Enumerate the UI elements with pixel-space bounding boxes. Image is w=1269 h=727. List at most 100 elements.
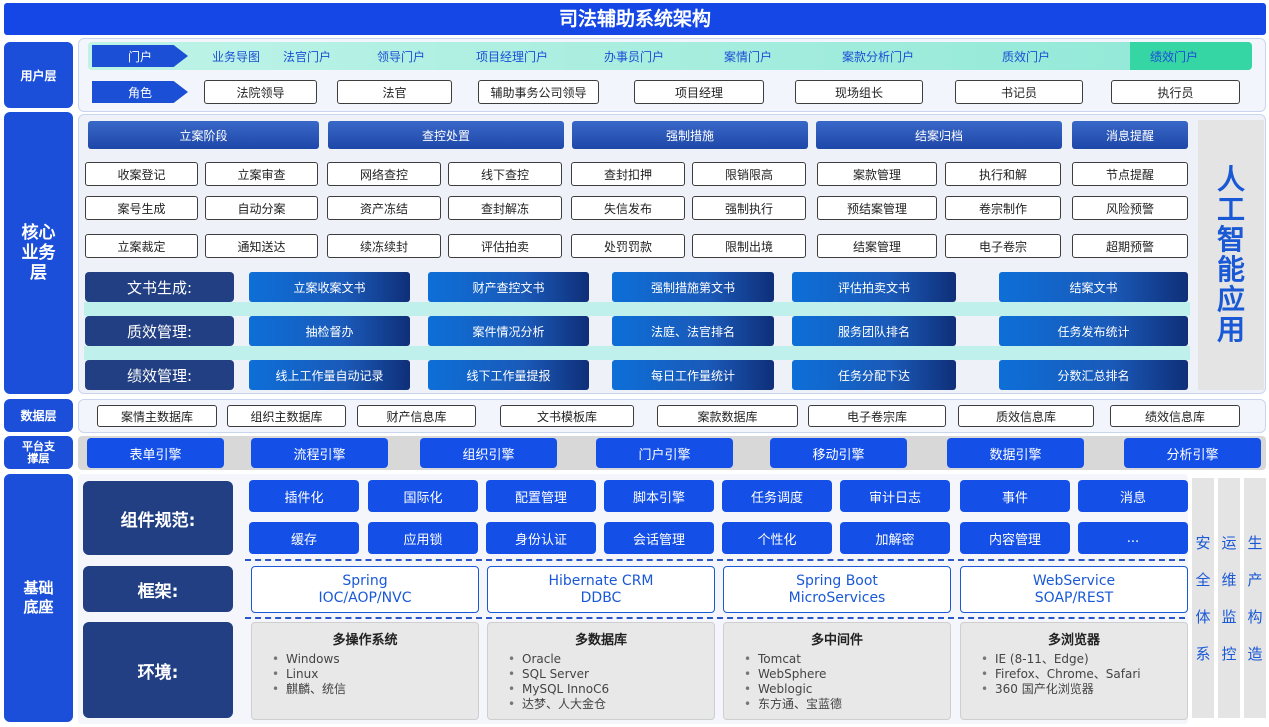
doc-gen-item[interactable]: 强制措施第文书 [612,272,774,302]
component-item[interactable]: 审计日志 [840,480,950,512]
business-item[interactable]: 强制执行 [692,196,806,220]
business-item[interactable]: 案号生成 [85,196,198,220]
quality-item[interactable]: 抽检督办 [249,316,410,346]
business-item[interactable]: 超期预警 [1072,234,1188,258]
business-item[interactable]: 节点提醒 [1072,162,1188,186]
data-store-item[interactable]: 电子卷宗库 [808,405,946,427]
engine-item[interactable]: 数据引擎 [947,438,1084,468]
component-item[interactable]: 事件 [960,480,1070,512]
portal-link[interactable]: 业务导图 [212,48,260,65]
data-store-item[interactable]: 绩效信息库 [1110,405,1240,427]
component-item[interactable]: 消息 [1078,480,1188,512]
data-store-item[interactable]: 组织主数据库 [227,405,346,427]
business-item[interactable]: 查封解冻 [448,196,562,220]
business-item[interactable]: 收案登记 [85,162,198,186]
component-item[interactable]: 配置管理 [486,480,596,512]
component-item[interactable]: 会话管理 [604,522,714,554]
portal-link[interactable]: 项目经理门户 [476,48,548,65]
performance-item[interactable]: 线上工作量自动记录 [249,360,410,390]
doc-gen-item[interactable]: 财产查控文书 [428,272,589,302]
data-store-item[interactable]: 财产信息库 [357,405,476,427]
business-item[interactable]: 限制出境 [692,234,806,258]
business-item[interactable]: 立案裁定 [85,234,198,258]
component-item[interactable]: 插件化 [249,480,359,512]
role-item[interactable]: 书记员 [955,80,1083,104]
component-item[interactable]: ... [1078,522,1188,554]
business-item[interactable]: 通知送达 [205,234,318,258]
component-item[interactable]: 个性化 [722,522,832,554]
data-store-item[interactable]: 案款数据库 [657,405,798,427]
stage-item[interactable]: 查控处置 [328,121,564,149]
business-item[interactable]: 资产冻结 [327,196,441,220]
engine-item[interactable]: 组织引擎 [420,438,557,468]
business-item[interactable]: 风险预警 [1072,196,1188,220]
portal-link[interactable]: 领导门户 [377,48,425,65]
role-item[interactable]: 法官 [337,80,452,104]
component-item[interactable]: 加解密 [840,522,950,554]
business-item[interactable]: 案款管理 [817,162,937,186]
environment-title: 多中间件 [810,633,863,648]
business-item[interactable]: 预结案管理 [817,196,937,220]
performance-item[interactable]: 每日工作量统计 [612,360,774,390]
doc-gen-item[interactable]: 立案收案文书 [249,272,410,302]
role-item[interactable]: 现场组长 [795,80,923,104]
component-item[interactable]: 国际化 [368,480,478,512]
component-item[interactable]: 任务调度 [722,480,832,512]
business-item[interactable]: 续冻续封 [327,234,441,258]
quality-item[interactable]: 法庭、法官排名 [612,316,774,346]
quality-item[interactable]: 任务发布统计 [999,316,1188,346]
component-item[interactable]: 身份认证 [486,522,596,554]
stage-item[interactable]: 立案阶段 [88,121,319,149]
portal-link[interactable]: 绩效门户 [1150,48,1198,65]
business-item[interactable]: 结案管理 [817,234,937,258]
framework-box: Spring Boot MicroServices [723,566,951,613]
role-item[interactable]: 辅助事务公司领导 [478,80,599,104]
stage-item[interactable]: 强制措施 [572,121,808,149]
component-item[interactable]: 脚本引擎 [604,480,714,512]
business-item[interactable]: 处罚罚款 [571,234,685,258]
stage-item[interactable]: 消息提醒 [1072,121,1188,149]
role-item[interactable]: 项目经理 [634,80,764,104]
portal-link[interactable]: 法官门户 [283,48,331,65]
business-item[interactable]: 查封扣押 [571,162,685,186]
engine-item[interactable]: 流程引擎 [251,438,388,468]
business-item[interactable]: 评估拍卖 [448,234,562,258]
business-item[interactable]: 失信发布 [571,196,685,220]
quality-item[interactable]: 服务团队排名 [792,316,956,346]
data-store-item[interactable]: 文书模板库 [500,405,634,427]
performance-item[interactable]: 任务分配下达 [792,360,956,390]
doc-gen-item[interactable]: 结案文书 [999,272,1188,302]
side-column-char: 安 [1195,534,1211,552]
portal-link[interactable]: 办事员门户 [604,48,664,65]
business-item[interactable]: 立案审查 [205,162,318,186]
business-item[interactable]: 限销限高 [692,162,806,186]
business-item[interactable]: 线下查控 [448,162,562,186]
engine-item[interactable]: 门户引擎 [596,438,733,468]
component-item[interactable]: 缓存 [249,522,359,554]
component-item[interactable]: 应用锁 [368,522,478,554]
doc-gen-item[interactable]: 评估拍卖文书 [792,272,956,302]
engine-item[interactable]: 分析引擎 [1124,438,1261,468]
portal-link[interactable]: 质效门户 [1002,48,1050,65]
portal-link[interactable]: 案情门户 [724,48,772,65]
performance-item[interactable]: 分数汇总排名 [999,360,1188,390]
data-store-item[interactable]: 质效信息库 [958,405,1094,427]
role-item[interactable]: 法院领导 [204,80,317,104]
environment-list: IE (8-11、Edge)Firefox、Chrome、Safari360 国… [961,652,1187,697]
business-item[interactable]: 网络查控 [327,162,441,186]
framework-line1: WebService [1032,572,1116,589]
business-item[interactable]: 执行和解 [945,162,1061,186]
environment-title: 多浏览器 [1047,633,1100,648]
stage-item[interactable]: 结案归档 [816,121,1062,149]
portal-link[interactable]: 案款分析门户 [842,48,914,65]
business-item[interactable]: 电子卷宗 [945,234,1061,258]
role-item[interactable]: 执行员 [1111,80,1240,104]
quality-item[interactable]: 案件情况分析 [428,316,589,346]
data-store-item[interactable]: 案情主数据库 [97,405,217,427]
engine-item[interactable]: 移动引擎 [770,438,907,468]
business-item[interactable]: 卷宗制作 [945,196,1061,220]
business-item[interactable]: 自动分案 [205,196,318,220]
engine-item[interactable]: 表单引擎 [87,438,224,468]
performance-item[interactable]: 线下工作量提报 [428,360,589,390]
component-item[interactable]: 内容管理 [960,522,1070,554]
